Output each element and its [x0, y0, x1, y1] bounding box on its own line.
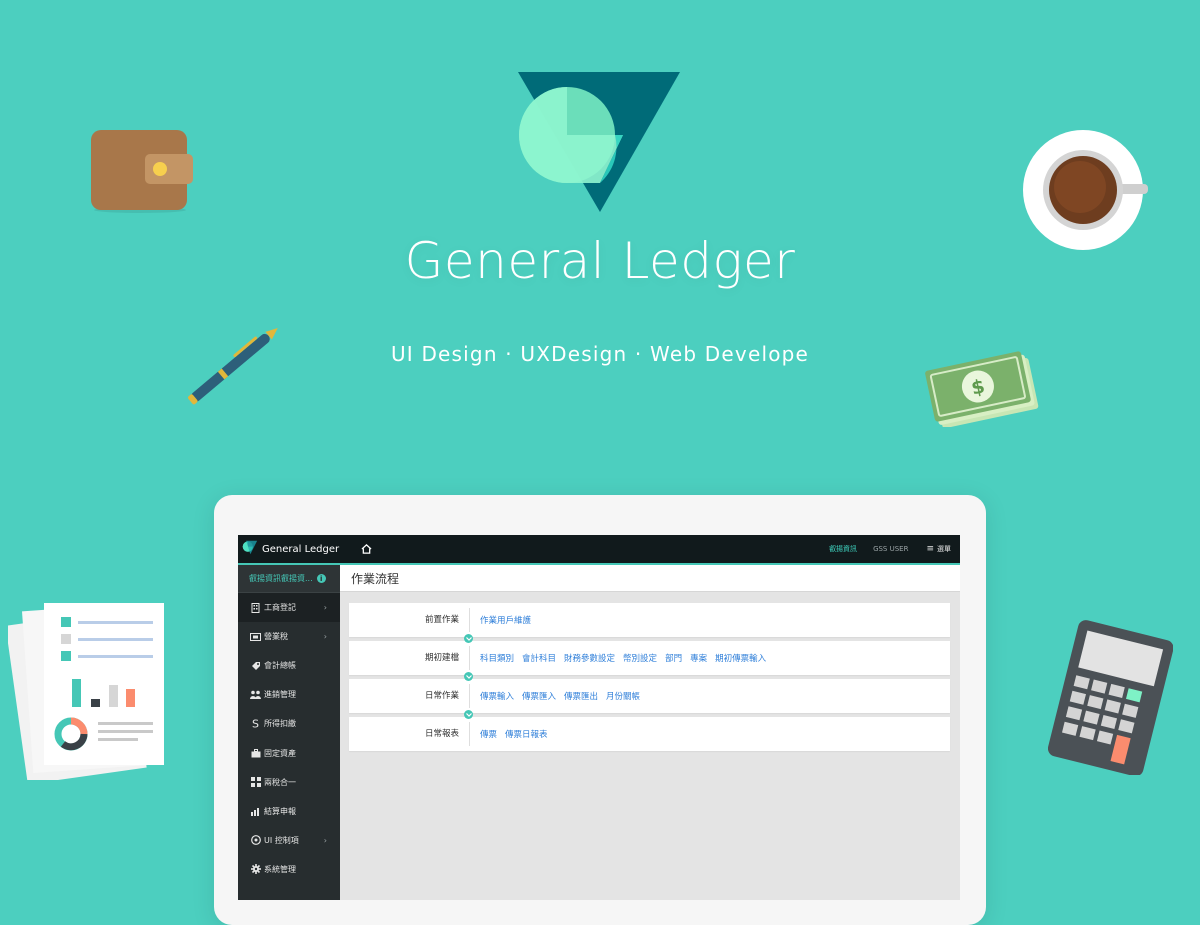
page-title: 作業流程 — [351, 571, 400, 586]
workflow-link[interactable]: 科目類別 — [480, 652, 514, 664]
hamburger-icon: ≡ — [926, 544, 934, 554]
chevron-right-icon: › — [323, 835, 327, 845]
workflow-list: 前置作業 作業用戶維護 期初建檔 科目類別 會計科目 財務參數設定 幣別設定 部門 專案 期初傳票… — [349, 603, 950, 755]
sidebar-item[interactable]: S 所得扣繳 — [238, 709, 340, 738]
money-bills-icon: $ — [925, 345, 1045, 429]
calculator-icon — [1047, 620, 1174, 777]
app-logo-icon — [241, 539, 258, 560]
workflow-link[interactable]: 作業用戶維護 — [480, 614, 531, 626]
sidebar-item[interactable]: 兩稅合一 — [238, 768, 340, 797]
sidebar-item[interactable]: 會計總帳 — [238, 651, 340, 680]
workflow-link[interactable]: 月份關帳 — [606, 690, 640, 702]
sidebar-item[interactable]: 系統管理 — [238, 855, 340, 884]
workflow-link[interactable]: 傳票匯出 — [564, 690, 598, 702]
company-selector[interactable]: 叡揚資訊叡揚資... i — [238, 565, 340, 593]
ticket-icon — [250, 632, 261, 642]
company-link[interactable]: 叡揚資訊 — [829, 544, 857, 554]
pen-icon — [180, 322, 280, 410]
sidebar-item[interactable]: 進銷管理 — [238, 680, 340, 709]
workflow-link[interactable]: 傳票 — [480, 728, 497, 740]
sidebar-item-label: 兩稅合一 — [264, 777, 296, 787]
chevron-down-icon — [464, 672, 473, 681]
users-icon — [250, 690, 261, 700]
workflow-link[interactable]: 幣別設定 — [623, 652, 657, 664]
home-icon[interactable] — [361, 544, 372, 554]
palette-icon — [250, 835, 261, 846]
workflow-link[interactable]: 傳票輸入 — [480, 690, 514, 702]
app-brand-name: General Ledger — [262, 543, 340, 555]
dollar-icon: S — [250, 718, 261, 729]
wallet-icon — [90, 128, 195, 213]
sidebar-item[interactable]: 營業稅 › — [238, 622, 340, 651]
chevron-right-icon: › — [323, 603, 327, 613]
workflow-stage-label: 前置作業 — [349, 608, 470, 632]
workflow-row: 前置作業 作業用戶維護 — [349, 603, 950, 643]
briefcase-icon — [250, 748, 261, 758]
workflow-link[interactable]: 財務參數設定 — [564, 652, 615, 664]
app-screen: General Ledger 叡揚資訊 GSS USER ≡ 選單 叡揚資訊叡揚… — [238, 535, 960, 900]
chart-icon — [250, 806, 261, 816]
tag-icon — [250, 661, 261, 671]
workflow-link[interactable]: 專案 — [690, 652, 707, 664]
menu-label: 選單 — [937, 545, 951, 553]
sidebar-item-label: 固定資產 — [264, 748, 296, 758]
chevron-down-icon — [464, 634, 473, 643]
workflow-link[interactable]: 傳票匯入 — [522, 690, 556, 702]
workflow-row: 期初建檔 科目類別 會計科目 財務參數設定 幣別設定 部門 專案 期初傳票輸入 — [349, 641, 950, 681]
grid-icon — [250, 777, 261, 788]
sidebar-item-label: 營業稅 — [264, 632, 288, 642]
sidebar: 叡揚資訊叡揚資... i 工商登記 › 營業稅 › 會計總帳進銷管理 S 所得扣繳固定資產兩… — [238, 565, 340, 900]
building-icon — [250, 602, 261, 613]
menu-button[interactable]: ≡ 選單 — [926, 544, 951, 554]
gear-icon — [250, 864, 261, 875]
sidebar-item-label: 工商登記 — [264, 603, 296, 613]
report-document-icon — [5, 595, 170, 785]
chevron-down-icon — [464, 710, 473, 719]
workflow-row: 日常報表 傳票 傳票日報表 — [349, 717, 950, 751]
info-icon[interactable]: i — [316, 574, 326, 583]
user-name[interactable]: GSS USER — [873, 545, 908, 553]
sidebar-item-label: 進銷管理 — [264, 690, 296, 700]
company-name: 叡揚資訊叡揚資... — [249, 574, 313, 583]
main-content: 作業流程 前置作業 作業用戶維護 期初建檔 科目類別 會計科目 財務參數設定 幣別設定 部門專… — [340, 565, 960, 900]
sidebar-item-label: 系統管理 — [264, 864, 296, 874]
sidebar-item-label: UI 控制項 — [264, 835, 299, 845]
sidebar-item-label: 結算申報 — [264, 806, 296, 816]
chevron-right-icon: › — [323, 632, 327, 642]
workflow-row: 日常作業 傳票輸入 傳票匯入 傳票匯出 月份關帳 — [349, 679, 950, 719]
sidebar-item[interactable]: 結算申報 — [238, 797, 340, 826]
svg-text:S: S — [252, 718, 259, 729]
workflow-stage-label: 日常報表 — [349, 722, 470, 746]
workflow-link[interactable]: 會計科目 — [522, 652, 556, 664]
app-brand[interactable]: General Ledger — [241, 539, 339, 560]
workflow-stage-label: 期初建檔 — [349, 646, 470, 670]
app-topbar: General Ledger 叡揚資訊 GSS USER ≡ 選單 — [238, 535, 960, 565]
sidebar-item[interactable]: 工商登記 › — [238, 593, 340, 623]
workflow-link[interactable]: 部門 — [665, 652, 682, 664]
sidebar-item-label: 所得扣繳 — [264, 719, 296, 729]
sidebar-item[interactable]: UI 控制項 › — [238, 826, 340, 855]
workflow-link[interactable]: 傳票日報表 — [505, 728, 548, 740]
sidebar-item[interactable]: 固定資產 — [238, 738, 340, 767]
workflow-link[interactable]: 期初傳票輸入 — [715, 652, 766, 664]
workflow-stage-label: 日常作業 — [349, 684, 470, 708]
coffee-cup-icon — [1018, 125, 1153, 255]
sidebar-item-label: 會計總帳 — [264, 661, 296, 671]
general-ledger-logo — [515, 70, 685, 215]
